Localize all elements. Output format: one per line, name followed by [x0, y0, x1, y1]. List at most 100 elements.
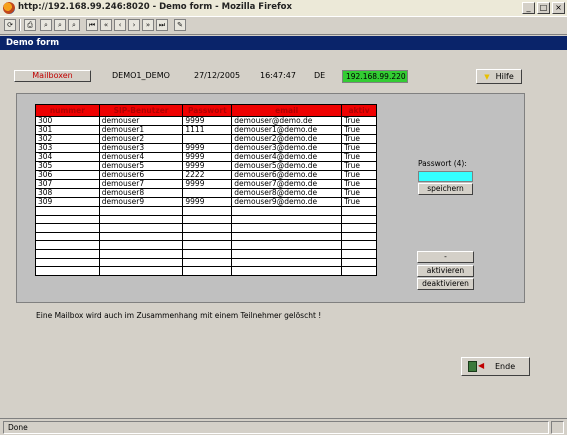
- cell-email: [231, 214, 343, 225]
- cell-nummer: [35, 206, 100, 216]
- cell-email: [231, 248, 343, 259]
- cell-nummer: [35, 248, 100, 259]
- table-row[interactable]: 308 demouser8 demouser8@demo.de True: [35, 188, 377, 198]
- table-row[interactable]: 306 demouser6 2222 demouser6@demo.de True: [35, 170, 377, 180]
- cell-sip-benutzer: [98, 248, 184, 259]
- dash-button[interactable]: -: [417, 251, 474, 263]
- table-row[interactable]: [35, 206, 377, 216]
- help-button[interactable]: ▼ Hilfe: [476, 69, 522, 84]
- table-row[interactable]: [35, 223, 377, 233]
- column-header-sip-benutzer[interactable]: SIP-Benutzer: [98, 104, 184, 117]
- cell-aktiv: [341, 266, 377, 276]
- previous-page-icon[interactable]: «: [100, 19, 112, 31]
- table-row[interactable]: 305 demouser5 9999 demouser5@demo.de True: [35, 161, 377, 171]
- table-row[interactable]: [35, 266, 377, 276]
- cell-aktiv: [341, 206, 377, 216]
- table-row[interactable]: 300 demouser 9999 demouser@demo.de True: [35, 116, 377, 126]
- search-icon[interactable]: ⌕: [68, 19, 80, 31]
- cell-sip-benutzer: [98, 240, 184, 250]
- first-record-icon[interactable]: ⏮: [86, 19, 98, 31]
- cell-nummer: 309: [35, 197, 100, 207]
- table-header-row: nummer SIP-Benutzer Passwort email aktiv: [35, 104, 377, 117]
- cell-passwort: [182, 206, 233, 216]
- close-button[interactable]: ×: [552, 2, 565, 14]
- cell-nummer: [35, 266, 100, 276]
- cell-email: [231, 206, 343, 216]
- search-icon[interactable]: ⌕: [40, 19, 52, 31]
- resize-grip[interactable]: [551, 421, 564, 434]
- password-label: Passwort (4):: [418, 159, 467, 168]
- cell-passwort: 1111: [182, 125, 233, 135]
- table-row[interactable]: 302 demouser2 demouser2@demo.de True: [35, 134, 377, 144]
- cell-passwort: [182, 231, 233, 242]
- table-row[interactable]: 304 demouser4 9999 demouser4@demo.de True: [35, 152, 377, 162]
- maximize-button[interactable]: □: [537, 2, 550, 14]
- toolbar-separator: [19, 19, 21, 31]
- question-icon: ▼: [484, 73, 490, 81]
- table-row[interactable]: 307 demouser7 9999 demouser7@demo.de True: [35, 179, 377, 189]
- table-row[interactable]: [35, 214, 377, 225]
- table-row[interactable]: 309 demouser9 9999 demouser9@demo.de True: [35, 197, 377, 207]
- cell-sip-benutzer: [98, 206, 184, 216]
- cell-aktiv: [341, 214, 377, 225]
- ip-address-badge: 192.168.99.220: [342, 70, 408, 83]
- cell-email: [231, 231, 343, 242]
- mailbox-table: nummer SIP-Benutzer Passwort email aktiv…: [35, 104, 377, 276]
- table-row[interactable]: [35, 240, 377, 250]
- cell-sip-benutzer: [98, 257, 184, 268]
- activate-button[interactable]: aktivieren: [417, 265, 474, 277]
- company-name: DEMO1_DEMO: [112, 71, 170, 80]
- window-title: http://192.168.99.246:8020 - Demo form -…: [18, 2, 293, 12]
- edit-icon[interactable]: ✎: [174, 19, 186, 31]
- table-row[interactable]: 303 demouser3 9999 demouser3@demo.de True: [35, 143, 377, 153]
- mailboxen-button[interactable]: Mailboxen: [14, 70, 91, 82]
- table-row[interactable]: 301 demouser1 1111 demouser1@demo.de True: [35, 125, 377, 135]
- previous-record-icon[interactable]: ‹: [114, 19, 126, 31]
- cell-sip-benutzer: [98, 266, 184, 276]
- cell-aktiv: [341, 231, 377, 242]
- cell-email: [231, 257, 343, 268]
- deactivate-button[interactable]: deaktivieren: [417, 278, 474, 290]
- minimize-button[interactable]: _: [522, 2, 535, 14]
- password-input[interactable]: [418, 171, 473, 182]
- table-row[interactable]: [35, 248, 377, 259]
- end-button[interactable]: ◀ Ende: [461, 357, 530, 376]
- cell-email: [231, 266, 343, 276]
- firefox-icon: [3, 2, 15, 14]
- cell-passwort: [182, 223, 233, 233]
- next-page-icon[interactable]: »: [142, 19, 154, 31]
- last-record-icon[interactable]: ⏭: [156, 19, 168, 31]
- cell-sip-benutzer: [98, 223, 184, 233]
- table-row[interactable]: [35, 257, 377, 268]
- cell-passwort: [182, 248, 233, 259]
- save-password-button[interactable]: speichern: [418, 183, 473, 195]
- cell-aktiv: [341, 257, 377, 268]
- cell-email: [231, 240, 343, 250]
- search-next-icon[interactable]: ⌕: [54, 19, 66, 31]
- table-body: 300 demouser 9999 demouser@demo.de True 301 de…: [35, 116, 377, 276]
- next-record-icon[interactable]: ›: [128, 19, 140, 31]
- column-header-aktiv[interactable]: aktiv: [341, 104, 377, 117]
- language-code: DE: [314, 71, 326, 80]
- print-icon[interactable]: ⎙: [24, 19, 36, 31]
- cell-aktiv: [341, 240, 377, 250]
- help-label: Hilfe: [495, 72, 514, 81]
- cell-passwort: 9999: [182, 179, 233, 189]
- form-toolbar: ⟳ ⎙ ⌕ ⌕ ⌕ ⏮ « ‹ › » ⏭ ✎: [0, 17, 567, 35]
- column-header-email[interactable]: email: [231, 104, 343, 117]
- cell-passwort: [182, 257, 233, 268]
- refresh-icon[interactable]: ⟳: [4, 19, 16, 31]
- deletion-note: Eine Mailbox wird auch im Zusammenhang m…: [36, 311, 322, 320]
- cell-email: demouser9@demo.de: [231, 197, 343, 207]
- cell-sip-benutzer: [98, 231, 184, 242]
- cell-passwort: 9999: [182, 197, 233, 207]
- cell-aktiv: [341, 248, 377, 259]
- window-titlebar: http://192.168.99.246:8020 - Demo form -…: [0, 0, 567, 17]
- cell-nummer: [35, 257, 100, 268]
- cell-sip-benutzer: [98, 214, 184, 225]
- table-row[interactable]: [35, 231, 377, 242]
- column-header-passwort[interactable]: Passwort: [182, 104, 233, 117]
- column-header-nummer[interactable]: nummer: [35, 104, 100, 117]
- form-title: Demo form: [0, 36, 567, 50]
- cell-nummer: [35, 214, 100, 225]
